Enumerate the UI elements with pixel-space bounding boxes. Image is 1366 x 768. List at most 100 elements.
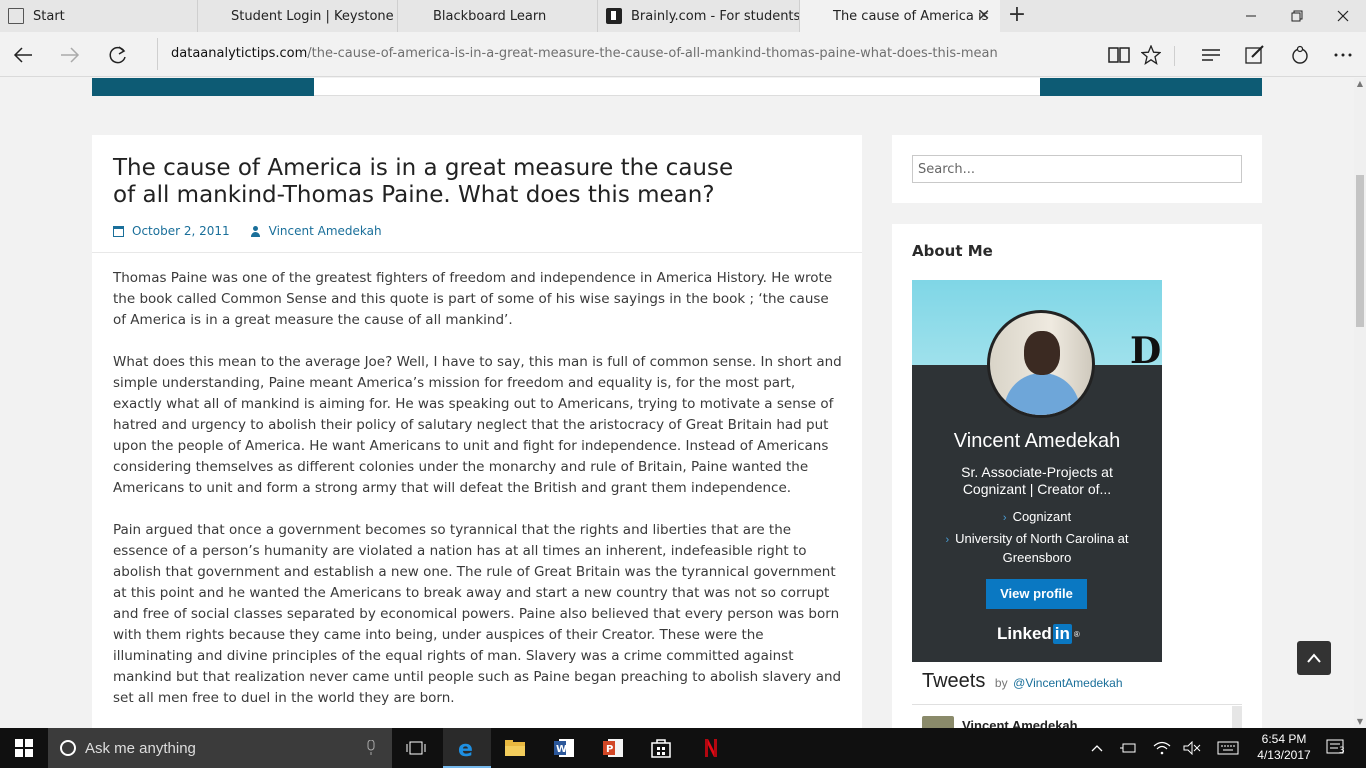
tab-title: Start xyxy=(33,8,65,24)
article-meta: October 2, 2011 Vincent Amedekah xyxy=(113,224,841,238)
toolbar-divider xyxy=(1174,46,1175,66)
taskbar-powerpoint[interactable]: P xyxy=(589,728,637,768)
volume-tray[interactable] xyxy=(1180,728,1204,768)
start-button[interactable] xyxy=(0,728,48,768)
favorite-button[interactable] xyxy=(1136,40,1166,70)
more-button[interactable] xyxy=(1328,40,1358,70)
web-page: The cause of America is in a great measu… xyxy=(0,78,1354,728)
brainly-icon xyxy=(606,8,622,24)
calendar-icon xyxy=(113,225,124,237)
tab-brainly[interactable]: Brainly.com - For students. I xyxy=(598,0,800,32)
restore-icon xyxy=(1291,10,1303,22)
action-center-button[interactable]: 3 xyxy=(1322,728,1350,768)
article-card: The cause of America is in a great measu… xyxy=(92,135,862,728)
school-name: University of North Carolina at Greensbo… xyxy=(955,531,1129,565)
taskbar-netflix[interactable] xyxy=(687,728,735,768)
battery-plug-icon xyxy=(1120,743,1136,753)
close-tab-icon[interactable]: ✕ xyxy=(976,7,992,23)
chevron-right-icon: › xyxy=(945,534,950,546)
linkedin-badge[interactable]: D Vincent Amedekah Sr. Associate-Project… xyxy=(912,280,1162,662)
start-tab-icon xyxy=(8,8,24,24)
restore-button[interactable] xyxy=(1274,0,1320,32)
clock-time: 6:54 PM xyxy=(1261,732,1307,746)
search-widget xyxy=(892,135,1262,203)
network-tray[interactable] xyxy=(1150,728,1174,768)
chevron-right-icon: › xyxy=(1002,512,1007,524)
article-author-link[interactable]: Vincent Amedekah xyxy=(269,224,382,238)
keyboard-icon xyxy=(1217,741,1239,755)
linkedin-logo: Linked in ® xyxy=(997,624,1080,644)
user-icon xyxy=(250,225,261,237)
pen-note-icon xyxy=(1245,45,1264,64)
cortana-icon xyxy=(60,740,76,756)
tab-title: Student Login | Keystone xyxy=(231,8,394,24)
scroll-down-arrow-icon[interactable]: ▼ xyxy=(1354,716,1366,728)
tab-blackboard[interactable]: Blackboard Learn xyxy=(398,0,598,32)
back-to-top-button[interactable] xyxy=(1297,641,1331,675)
about-me-title: About Me xyxy=(912,242,993,260)
header-banner-right xyxy=(1040,78,1262,96)
taskbar-word[interactable]: W xyxy=(540,728,588,768)
profile-school: › University of North Carolina at Greensb… xyxy=(934,530,1140,566)
cortana-search-box[interactable]: Ask me anything xyxy=(48,728,392,768)
netflix-icon xyxy=(705,739,717,757)
microphone-icon[interactable] xyxy=(366,740,376,756)
search-input[interactable] xyxy=(912,155,1242,183)
volume-muted-icon xyxy=(1183,741,1201,755)
browser-tab-strip: Start Student Login | Keystone Blackboar… xyxy=(0,0,1366,32)
back-arrow-icon xyxy=(13,47,32,63)
hub-button[interactable] xyxy=(1196,40,1226,70)
taskbar-clock[interactable]: 6:54 PM 4/13/2017 xyxy=(1252,731,1316,763)
refresh-button[interactable] xyxy=(103,40,133,70)
view-profile-button[interactable]: View profile xyxy=(986,579,1087,609)
scroll-up-arrow-icon[interactable]: ▲ xyxy=(1354,78,1366,90)
close-window-button[interactable] xyxy=(1320,0,1366,32)
twitter-handle-link[interactable]: @VincentAmedekah xyxy=(1013,676,1122,690)
tab-active-article[interactable]: The cause of America is ✕ xyxy=(800,0,1000,32)
taskbar-edge[interactable]: e xyxy=(443,728,491,768)
url-field[interactable]: dataanalytictips.com/the-cause-of-americ… xyxy=(157,38,1077,70)
show-hidden-icons[interactable] xyxy=(1086,728,1108,768)
forward-button[interactable] xyxy=(55,40,85,70)
tweets-scrollbar[interactable] xyxy=(1232,706,1242,728)
tweets-header: Tweets by @VincentAmedekah xyxy=(922,670,1123,693)
tab-title: Brainly.com - For students. I xyxy=(631,8,800,24)
tweet-author[interactable]: Vincent Amedekah xyxy=(962,718,1078,728)
close-icon xyxy=(1337,10,1349,22)
profile-headline: Sr. Associate-Projects at Cognizant | Cr… xyxy=(961,464,1113,497)
share-button[interactable] xyxy=(1285,40,1315,70)
web-note-button[interactable] xyxy=(1240,40,1270,70)
word-icon: W xyxy=(554,739,574,757)
forward-arrow-icon xyxy=(61,47,80,63)
task-view-button[interactable] xyxy=(392,728,440,768)
task-view-icon xyxy=(406,741,426,755)
hub-icon xyxy=(1202,49,1220,61)
article-body: Thomas Paine was one of the greatest fig… xyxy=(92,253,862,709)
svg-text:e: e xyxy=(458,737,473,760)
page-scrollbar[interactable]: ▲ ▼ xyxy=(1354,78,1366,728)
cortana-placeholder: Ask me anything xyxy=(85,739,196,757)
avatar xyxy=(987,310,1095,418)
back-button[interactable] xyxy=(8,40,38,70)
article-paragraph: Pain argued that once a government becom… xyxy=(113,522,842,706)
taskbar: Ask me anything e W P 6:54 PM 4/13/2017 xyxy=(0,728,1366,768)
minimize-button[interactable] xyxy=(1228,0,1274,32)
header-banner-left xyxy=(92,78,314,96)
tweets-by: by xyxy=(994,676,1008,690)
refresh-icon xyxy=(109,46,126,64)
article-date-link[interactable]: October 2, 2011 xyxy=(132,224,230,238)
svg-text:P: P xyxy=(606,744,613,755)
battery-tray[interactable] xyxy=(1116,728,1140,768)
taskbar-file-explorer[interactable] xyxy=(491,728,539,768)
tab-start[interactable]: Start xyxy=(0,0,198,32)
reading-view-button[interactable] xyxy=(1104,40,1134,70)
windows-logo-icon xyxy=(15,739,33,757)
tab-student-login[interactable]: Student Login | Keystone xyxy=(198,0,398,32)
profile-name: Vincent Amedekah xyxy=(953,430,1121,452)
taskbar-store[interactable] xyxy=(637,728,685,768)
tweets-title: Tweets xyxy=(922,670,986,692)
new-tab-button[interactable]: + xyxy=(1005,4,1029,28)
keyboard-tray[interactable] xyxy=(1214,728,1242,768)
tab-title: Blackboard Learn xyxy=(433,8,547,24)
scrollbar-thumb[interactable] xyxy=(1356,175,1364,327)
